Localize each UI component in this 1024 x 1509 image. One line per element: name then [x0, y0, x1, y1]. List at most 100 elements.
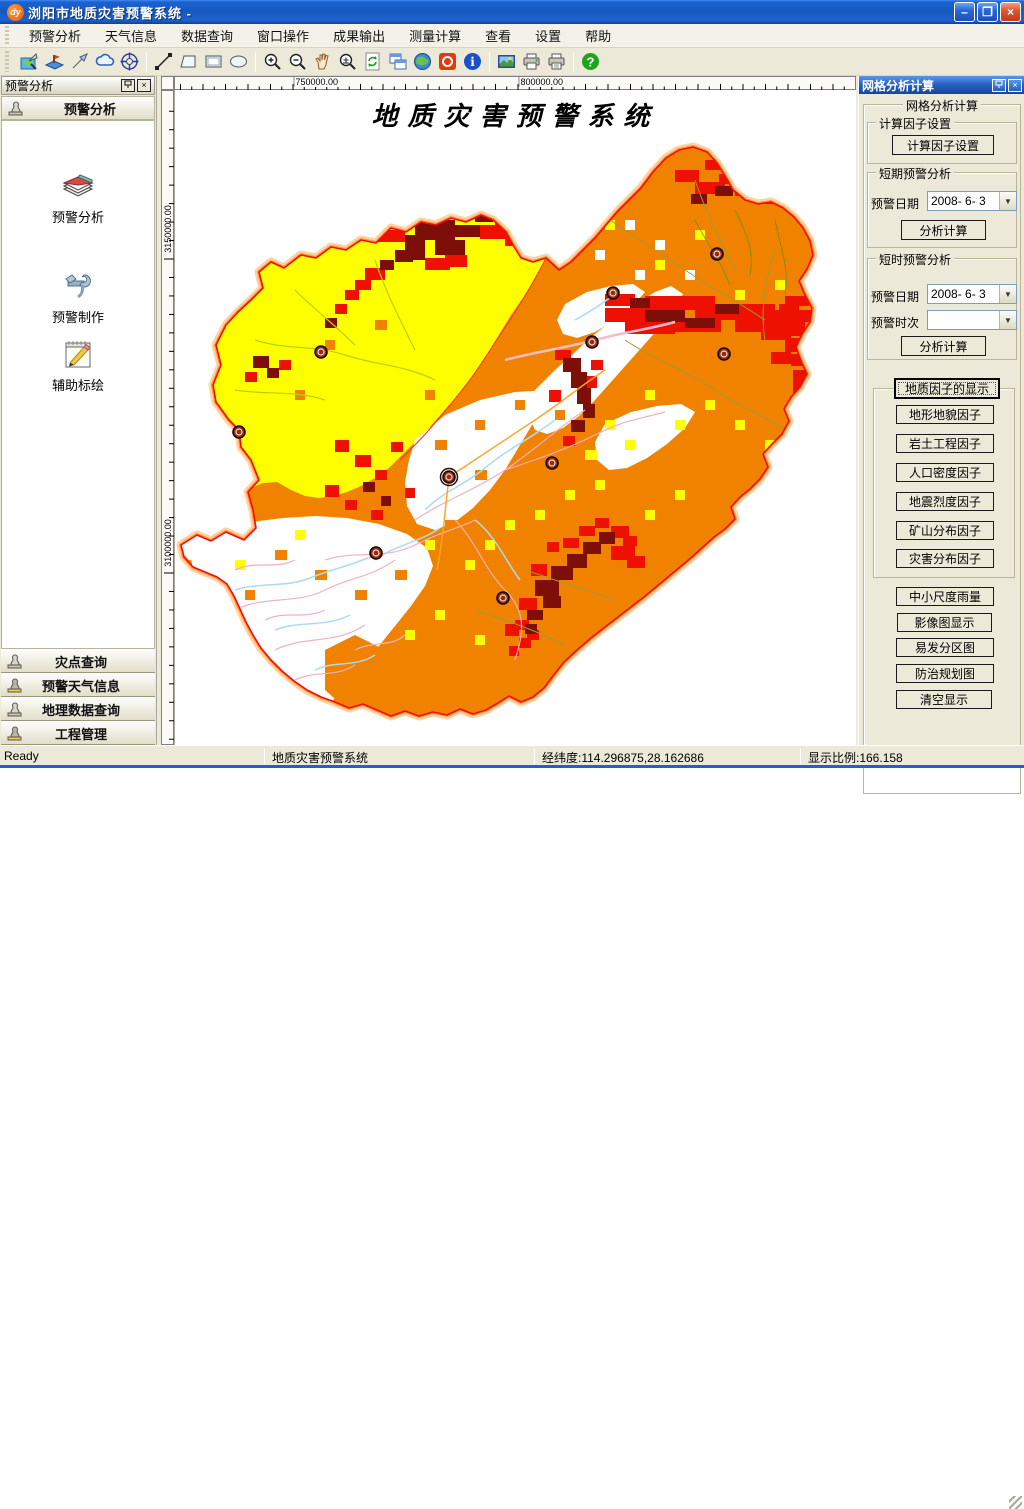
geotech-factor-button[interactable]: 岩土工程因子	[896, 434, 994, 453]
zoom-in-icon[interactable]	[260, 50, 285, 74]
zoom-out-icon[interactable]	[285, 50, 310, 74]
bar-warning-weather-info[interactable]: 预警天气信息	[1, 673, 155, 697]
menu-view[interactable]: 查看	[473, 23, 523, 48]
calc-factor-settings-button[interactable]: 计算因子设置	[892, 135, 994, 155]
polygon-tool-icon[interactable]	[176, 50, 201, 74]
item-aux-plotting[interactable]: 辅助标绘	[2, 335, 154, 394]
item-warning-analysis[interactable]: 预警分析	[2, 169, 154, 226]
town-marker[interactable]	[496, 591, 510, 605]
left-panel-bottom-bars: 灾点查询 预警天气信息 地理数据查询 工程管理	[1, 649, 155, 745]
stop-icon[interactable]	[435, 50, 460, 74]
ellipse-tool-icon[interactable]	[226, 50, 251, 74]
zoom-window-icon[interactable]	[335, 50, 360, 74]
menu-settings[interactable]: 设置	[523, 23, 573, 48]
bar-project-management[interactable]: 工程管理	[1, 721, 155, 745]
map-canvas[interactable]: 地质灾害预警系统	[174, 90, 856, 745]
town-marker[interactable]	[545, 456, 559, 470]
stamp-yellow-icon	[7, 726, 22, 741]
menu-window-ops[interactable]: 窗口操作	[245, 23, 321, 48]
globe-icon[interactable]	[410, 50, 435, 74]
status-system-name: 地质灾害预警系统	[272, 751, 369, 765]
print-setup-icon[interactable]	[544, 50, 569, 74]
map-satellite-icon[interactable]	[17, 50, 42, 74]
print-icon[interactable]	[519, 50, 544, 74]
status-scale: 显示比例:166.158	[808, 751, 903, 765]
item-label: 预警制作	[51, 310, 104, 325]
close-button[interactable]: ×	[1000, 2, 1021, 22]
copy-layers-icon[interactable]	[385, 50, 410, 74]
resize-grip[interactable]	[1009, 1496, 1022, 1509]
right-panel-title-bar: 网格分析计算 ×	[859, 76, 1024, 94]
toolbar-separator	[146, 51, 147, 72]
stamp-icon	[7, 702, 22, 717]
minimize-button[interactable]: –	[954, 2, 975, 22]
pan-hand-icon[interactable]	[310, 50, 335, 74]
menu-weather-info[interactable]: 天气信息	[93, 23, 169, 48]
stamp-icon	[7, 654, 22, 669]
prevention-plan-button[interactable]: 防治规划图	[896, 664, 994, 683]
disaster-factor-button[interactable]: 灾害分布因子	[896, 549, 994, 568]
population-factor-button[interactable]: 人口密度因子	[896, 463, 994, 482]
left-panel-header[interactable]: 预警分析	[1, 96, 155, 120]
immediate-time-combobox[interactable]: ▼	[927, 310, 1017, 330]
restore-button[interactable]: ❐	[977, 2, 998, 22]
rectangle-tool-icon[interactable]	[201, 50, 226, 74]
bar-label: 预警天气信息	[41, 678, 120, 694]
town-marker[interactable]	[717, 347, 731, 361]
ruler-y-label: 3100000.00	[163, 519, 173, 567]
info-icon[interactable]: i	[460, 50, 485, 74]
menu-data-query[interactable]: 数据查询	[169, 23, 245, 48]
menu-measure-calc[interactable]: 测量计算	[397, 23, 473, 48]
target-icon[interactable]	[117, 50, 142, 74]
town-marker[interactable]	[585, 335, 599, 349]
mine-factor-button[interactable]: 矿山分布因子	[896, 521, 994, 540]
short-term-date-combobox[interactable]: 2008- 6- 3 ▼	[927, 191, 1017, 211]
pin-icon[interactable]	[121, 79, 135, 92]
seismic-factor-button[interactable]: 地震烈度因子	[896, 492, 994, 511]
status-ready: Ready	[4, 749, 39, 763]
status-separator	[800, 749, 801, 764]
close-icon[interactable]: ×	[1008, 78, 1022, 92]
chevron-down-icon[interactable]: ▼	[999, 192, 1016, 210]
immediate-date-combobox[interactable]: 2008- 6- 3 ▼	[927, 284, 1017, 304]
geo-factor-display-button[interactable]: 地质因子的显示	[894, 378, 1000, 399]
terrain-factor-button[interactable]: 地形地貌因子	[896, 405, 994, 424]
image-view-icon[interactable]	[494, 50, 519, 74]
chevron-down-icon[interactable]: ▼	[999, 285, 1016, 303]
immediate-legend: 短时预警分析	[876, 251, 955, 268]
arrow-tool-icon[interactable]	[67, 50, 92, 74]
short-term-date-value: 2008- 6- 3	[931, 194, 986, 208]
grid-analysis-group-legend: 网格分析计算	[903, 97, 981, 114]
town-marker[interactable]	[369, 546, 383, 560]
flag-map-icon[interactable]	[42, 50, 67, 74]
town-marker[interactable]	[710, 247, 724, 261]
immediate-analyze-button[interactable]: 分析计算	[901, 336, 986, 356]
line-tool-icon[interactable]	[151, 50, 176, 74]
town-marker[interactable]	[232, 425, 246, 439]
short-term-analyze-button[interactable]: 分析计算	[901, 220, 986, 240]
ruler-corner	[161, 76, 174, 90]
bar-geo-data-query[interactable]: 地理数据查询	[1, 697, 155, 721]
ruler-x-label: 800000.00	[518, 77, 564, 87]
clear-display-button[interactable]: 清空显示	[896, 690, 992, 709]
pin-icon[interactable]	[992, 78, 1006, 92]
image-display-button[interactable]: 影像图显示	[897, 613, 992, 632]
cloud-icon[interactable]	[92, 50, 117, 74]
chevron-down-icon[interactable]: ▼	[999, 311, 1016, 329]
menu-result-output[interactable]: 成果输出	[321, 23, 397, 48]
refresh-icon[interactable]	[360, 50, 385, 74]
menu-help[interactable]: 帮助	[573, 23, 623, 48]
immediate-time-label: 预警时次	[871, 316, 920, 330]
item-warning-produce[interactable]: 预警制作	[2, 267, 154, 326]
close-icon[interactable]: ×	[137, 79, 151, 92]
town-marker[interactable]	[606, 286, 620, 300]
susceptibility-map-button[interactable]: 易发分区图	[896, 638, 994, 657]
status-coordinates: 经纬度:114.296875,28.162686	[542, 751, 704, 765]
city-marker[interactable]	[439, 467, 459, 487]
short-term-legend: 短期预警分析	[876, 165, 955, 182]
rainfall-scale-button[interactable]: 中小尺度雨量	[896, 587, 994, 606]
menu-warning-analysis[interactable]: 预警分析	[17, 23, 93, 48]
town-marker[interactable]	[314, 345, 328, 359]
bar-disaster-point-query[interactable]: 灾点查询	[1, 649, 155, 673]
help-icon[interactable]: ?	[578, 50, 603, 74]
